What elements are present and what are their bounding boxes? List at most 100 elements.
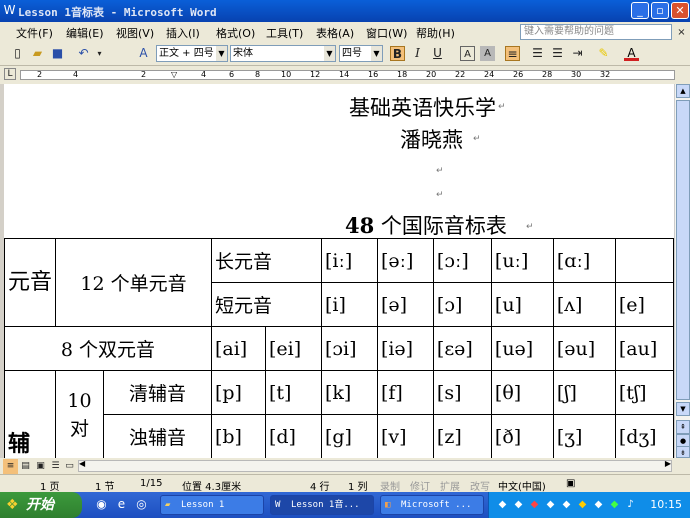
menu-format[interactable]: 格式(O) bbox=[216, 25, 255, 41]
web-view-icon[interactable]: ▤ bbox=[18, 459, 33, 474]
scroll-down-icon[interactable]: ▼ bbox=[676, 402, 690, 416]
menu-view[interactable]: 视图(V) bbox=[116, 25, 154, 41]
powerpoint-icon: ◧ bbox=[385, 500, 391, 510]
document-page[interactable]: 基础英语快乐学 ↵ 潘晓燕 ↵ ↵ ↵ 48 个国际音标表 ↵ 元音 12 个单… bbox=[4, 84, 674, 458]
scroll-thumb[interactable] bbox=[676, 100, 690, 400]
char-border-button[interactable]: A bbox=[460, 46, 475, 61]
highlight-icon[interactable]: ✎ bbox=[596, 46, 611, 61]
scroll-left-icon[interactable]: ◀ bbox=[79, 459, 85, 468]
bold-button[interactable]: B bbox=[390, 46, 405, 61]
tray-icon[interactable]: ◆ bbox=[511, 497, 526, 512]
print-view-icon[interactable]: ▣ bbox=[33, 459, 48, 474]
consonant-cell: [f] bbox=[376, 370, 434, 415]
menu-edit[interactable]: 编辑(E) bbox=[66, 25, 104, 41]
tray-icon[interactable]: ◆ bbox=[575, 497, 590, 512]
consonant-cell: [ð] bbox=[490, 414, 554, 458]
indent-marker-icon[interactable]: ▽ bbox=[171, 70, 177, 79]
scroll-right-icon[interactable]: ▶ bbox=[665, 459, 671, 468]
consonant-cell: [θ] bbox=[490, 370, 554, 415]
indent-icon[interactable]: ⇥ bbox=[570, 46, 585, 61]
start-button[interactable]: ❖ 开始 bbox=[0, 492, 82, 518]
ruler-number: 6 bbox=[229, 70, 235, 79]
maximize-button[interactable]: ▫ bbox=[651, 2, 669, 19]
new-doc-icon[interactable]: ▯ bbox=[10, 46, 25, 61]
style-select[interactable]: 正文 + 四号 ▼ bbox=[156, 45, 228, 62]
task-folder[interactable]: ▰ Lesson 1 bbox=[160, 495, 264, 515]
bullets-icon[interactable]: ☰ bbox=[550, 46, 565, 61]
ie-icon[interactable]: e bbox=[114, 497, 129, 512]
italic-button[interactable]: I bbox=[410, 46, 425, 61]
status-record[interactable]: 录制 bbox=[380, 478, 400, 493]
tray-icon[interactable]: ◆ bbox=[527, 497, 542, 512]
task-powerpoint[interactable]: ◧ Microsoft ... bbox=[380, 495, 484, 515]
menu-tools[interactable]: 工具(T) bbox=[266, 25, 303, 41]
system-tray: ◆ ◆ ◆ ◆ ◆ ◆ ◆ ◆ ♪ 10:15 bbox=[488, 492, 690, 518]
menu-insert[interactable]: 插入(I) bbox=[166, 25, 200, 41]
prev-page-icon[interactable]: ⇞ bbox=[676, 420, 690, 434]
vowel-cell: [ʌ] bbox=[552, 282, 616, 327]
help-search-input[interactable]: 键入需要帮助的问题 bbox=[520, 24, 672, 40]
open-folder-icon[interactable]: ▰ bbox=[30, 46, 45, 61]
vowel-cell: [ɑː] bbox=[552, 238, 616, 283]
align-center-button[interactable]: ≡ bbox=[505, 46, 520, 61]
menu-window[interactable]: 窗口(W) bbox=[366, 25, 407, 41]
taskbar: ❖ 开始 ◉ e ◎ ▰ Lesson 1 W Lesson 1音... ◧ Micro… bbox=[0, 492, 690, 518]
ruler-number: 10 bbox=[281, 70, 292, 79]
empty-cell bbox=[614, 238, 674, 283]
status-section: 1 节 bbox=[95, 482, 115, 493]
tray-icon[interactable]: ◆ bbox=[559, 497, 574, 512]
spelling-status-icon[interactable]: ▣ bbox=[566, 478, 575, 489]
paragraph-mark: ↵ bbox=[498, 102, 506, 112]
status-extend[interactable]: 扩展 bbox=[440, 478, 460, 493]
menu-file[interactable]: 文件(F) bbox=[16, 25, 53, 41]
horizontal-scrollbar[interactable]: ≡ ▤ ▣ ☰ ▭ ◀ ▶ bbox=[0, 458, 690, 474]
consonant-cell: [p] bbox=[210, 370, 266, 415]
clock: 10:15 bbox=[650, 498, 682, 511]
next-page-icon[interactable]: ⇟ bbox=[676, 446, 690, 458]
ruler-number: 2 bbox=[141, 70, 147, 79]
word-app-icon[interactable]: W bbox=[2, 3, 17, 18]
undo-icon[interactable]: ↶ bbox=[76, 46, 91, 61]
normal-view-icon[interactable]: ≡ bbox=[3, 459, 18, 474]
styles-icon[interactable]: A bbox=[136, 46, 151, 61]
task-word-doc[interactable]: W Lesson 1音... bbox=[270, 495, 374, 515]
char-shading-button[interactable]: A bbox=[480, 46, 495, 61]
status-track[interactable]: 修订 bbox=[410, 478, 430, 493]
outline-view-icon[interactable]: ☰ bbox=[48, 459, 63, 474]
tray-icon[interactable]: ◆ bbox=[591, 497, 606, 512]
hscroll-track[interactable]: ◀ ▶ bbox=[78, 459, 672, 472]
diphthong-cell: [ɔi] bbox=[320, 326, 378, 371]
media-icon[interactable]: ◎ bbox=[134, 497, 149, 512]
status-overtype[interactable]: 改写 bbox=[470, 478, 490, 493]
numbering-icon[interactable]: ☰ bbox=[530, 46, 545, 61]
font-color-icon[interactable]: A bbox=[624, 46, 639, 61]
status-page: 1 页 bbox=[40, 482, 60, 493]
font-select[interactable]: 宋体 ▼ bbox=[230, 45, 336, 62]
close-doc-icon[interactable]: × bbox=[674, 25, 689, 40]
menu-help[interactable]: 帮助(H) bbox=[416, 25, 455, 41]
reading-view-icon[interactable]: ▭ bbox=[62, 459, 77, 474]
save-icon[interactable]: ■ bbox=[50, 46, 65, 61]
font-size-select[interactable]: 四号 ▼ bbox=[339, 45, 383, 62]
horizontal-ruler[interactable]: L 2 4 2 ▽ 4 6 8 10 12 14 16 18 20 22 24 … bbox=[0, 66, 690, 84]
menu-table[interactable]: 表格(A) bbox=[316, 25, 354, 41]
undo-dropdown-icon[interactable]: ▾ bbox=[92, 46, 107, 61]
ruler-number: 28 bbox=[542, 70, 553, 79]
ruler-number: 4 bbox=[73, 70, 79, 79]
tray-icon[interactable]: ◆ bbox=[607, 497, 622, 512]
consonant-cell: [ʃ] bbox=[552, 370, 616, 415]
underline-button[interactable]: U bbox=[430, 46, 445, 61]
start-label: 开始 bbox=[26, 497, 54, 513]
volume-icon[interactable]: ♪ bbox=[623, 497, 638, 512]
close-button[interactable]: ✕ bbox=[671, 2, 689, 19]
tray-icon[interactable]: ◆ bbox=[543, 497, 558, 512]
consonant-cell: [v] bbox=[376, 414, 434, 458]
quicklaunch-icon[interactable]: ◉ bbox=[94, 497, 109, 512]
tray-icon[interactable]: ◆ bbox=[495, 497, 510, 512]
ruler-bar[interactable]: 2 4 2 ▽ 4 6 8 10 12 14 16 18 20 22 24 26… bbox=[20, 70, 675, 80]
doc-heading: 48 个国际音标表 bbox=[345, 210, 507, 240]
scroll-up-icon[interactable]: ▲ bbox=[676, 84, 690, 98]
minimize-button[interactable]: _ bbox=[631, 2, 649, 19]
tab-stop-icon[interactable]: L bbox=[4, 68, 16, 80]
vertical-scrollbar[interactable]: ▲ ▼ ⇞ ● ⇟ bbox=[674, 84, 690, 458]
